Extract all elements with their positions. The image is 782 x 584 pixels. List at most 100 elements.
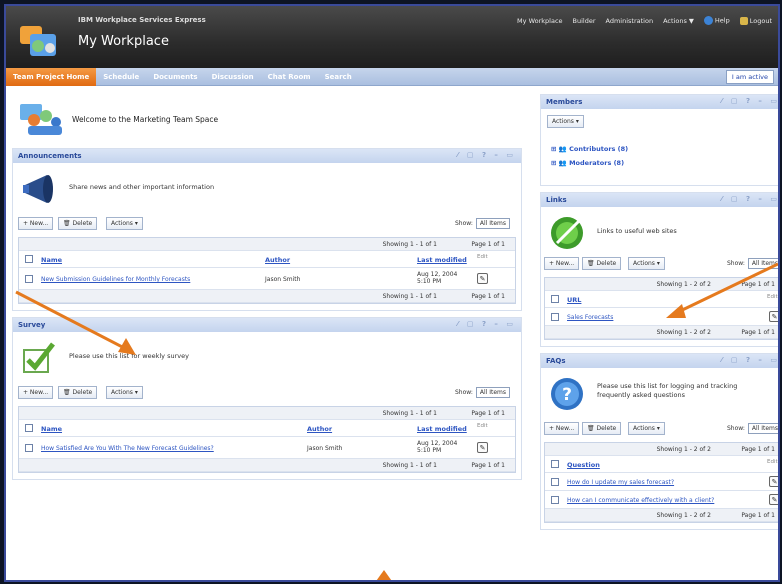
help-link[interactable]: Help — [703, 16, 730, 25]
nav-actions[interactable]: Actions ▼ — [663, 17, 694, 25]
portlet-tools-icon[interactable]: ⁄ ▢ ? – ▭ — [457, 151, 516, 159]
survey-header: Survey ⁄ ▢ ? – ▭ — [13, 318, 521, 332]
tab-discussion[interactable]: Discussion — [205, 68, 261, 86]
portlet-tools-icon[interactable]: ⁄ ▢ ? – ▭ — [721, 195, 778, 203]
top-navigation: My Workplace Builder Administration Acti… — [517, 16, 772, 25]
show-label: Show: — [726, 425, 745, 432]
left-column: Welcome to the Marketing Team Space Anno… — [12, 88, 522, 486]
item-link[interactable]: How can I communicate effectively with a… — [567, 497, 714, 504]
edit-pencil-icon[interactable]: ✎ — [769, 311, 778, 322]
nav-my-workplace[interactable]: My Workplace — [517, 17, 562, 25]
row-checkbox[interactable] — [551, 478, 559, 486]
column-question[interactable]: Question — [567, 461, 600, 469]
column-name[interactable]: Name — [41, 425, 62, 433]
portlet-tools-icon[interactable]: ⁄ ▢ ? – ▭ — [721, 356, 778, 364]
select-all-checkbox[interactable] — [551, 460, 559, 468]
select-all-checkbox[interactable] — [551, 295, 559, 303]
delete-button[interactable]: 🗑 Delete — [582, 422, 622, 435]
list-header: URL Edit — [545, 291, 778, 308]
portlet-tools-icon[interactable]: ⁄ ▢ ? – ▭ — [721, 97, 778, 105]
new-button[interactable]: + New... — [544, 257, 580, 270]
portlet-tools-icon[interactable]: ⁄ ▢ ? – ▭ — [457, 320, 516, 328]
select-all-checkbox[interactable] — [25, 424, 33, 432]
edit-pencil-icon[interactable]: ✎ — [769, 494, 778, 505]
show-label: Show: — [726, 260, 745, 267]
delete-button[interactable]: 🗑 Delete — [582, 257, 622, 270]
page-text: Page 1 of 1 — [471, 410, 505, 417]
item-link[interactable]: New Submission Guidelines for Monthly Fo… — [41, 276, 190, 283]
question-icon: ? — [551, 378, 583, 410]
tab-schedule[interactable]: Schedule — [96, 68, 146, 86]
page-text: Page 1 of 1 — [741, 446, 775, 453]
show-select[interactable]: All Items — [475, 387, 510, 398]
logout-link[interactable]: Logout — [739, 16, 772, 25]
nav-administration[interactable]: Administration — [606, 17, 654, 25]
row-checkbox[interactable] — [25, 275, 33, 283]
list-header: Question Edit — [545, 456, 778, 473]
delete-button[interactable]: 🗑 Delete — [58, 217, 98, 230]
column-last-modified[interactable]: Last modified — [417, 425, 467, 433]
members-actions-button[interactable]: Actions ▾ — [547, 115, 584, 128]
item-date: Aug 12, 2004 5:10 PM — [417, 271, 457, 285]
column-url[interactable]: URL — [567, 296, 581, 304]
row-checkbox[interactable] — [551, 313, 559, 321]
row-checkbox[interactable] — [551, 496, 559, 504]
item-link[interactable]: Sales Forecasts — [567, 314, 613, 321]
members-body: Actions ▾ ⊞ 👥 Contributors (8) ⊞ 👥 Moder… — [541, 109, 778, 185]
item-date: Aug 12, 2004 5:10 PM — [417, 440, 457, 454]
members-group-contributors[interactable]: ⊞ 👥 Contributors (8) — [551, 145, 628, 153]
status-button[interactable]: I am active — [725, 70, 774, 84]
tab-search[interactable]: Search — [318, 68, 359, 86]
column-name[interactable]: Name — [41, 256, 62, 264]
show-label: Show: — [454, 389, 473, 396]
survey-title: Survey — [18, 321, 46, 329]
actions-button[interactable]: Actions ▾ — [628, 422, 665, 435]
welcome-section: Welcome to the Marketing Team Space — [12, 88, 522, 148]
page-text: Page 1 of 1 — [741, 329, 775, 336]
edit-pencil-icon[interactable]: ✎ — [477, 273, 488, 284]
help-label: Help — [714, 16, 730, 25]
edit-pencil-icon[interactable]: ✎ — [477, 442, 488, 453]
column-edit: Edit — [767, 459, 778, 465]
annotation-arrowhead-bottom — [376, 570, 392, 580]
tab-chat-room[interactable]: Chat Room — [261, 68, 318, 86]
contributors-label: Contributors (8) — [569, 145, 629, 153]
show-select[interactable]: All Items — [747, 423, 778, 434]
svg-text:?: ? — [562, 385, 572, 405]
survey-list: Showing 1 - 1 of 1 Page 1 of 1 Name Autho… — [18, 406, 516, 473]
logout-icon — [739, 16, 748, 25]
new-button[interactable]: + New... — [544, 422, 580, 435]
item-date-time: 5:10 PM — [417, 447, 442, 454]
column-author[interactable]: Author — [265, 256, 290, 264]
link-globe-icon — [551, 217, 583, 249]
actions-button[interactable]: Actions ▾ — [628, 257, 665, 270]
delete-label: Delete — [596, 260, 617, 267]
item-link[interactable]: How Satisfied Are You With The New Forec… — [41, 445, 214, 452]
item-author: Jason Smith — [307, 445, 343, 452]
row-checkbox[interactable] — [25, 444, 33, 452]
tab-bar: Team Project Home Schedule Documents Dis… — [6, 67, 778, 86]
new-button[interactable]: + New... — [18, 217, 54, 230]
tab-team-project-home[interactable]: Team Project Home — [6, 67, 97, 86]
members-group-moderators[interactable]: ⊞ 👥 Moderators (8) — [551, 159, 624, 167]
delete-button[interactable]: 🗑 Delete — [58, 386, 98, 399]
actions-button[interactable]: Actions ▾ — [106, 386, 143, 399]
show-select[interactable]: All Items — [747, 258, 778, 269]
column-edit: Edit — [767, 294, 778, 300]
logout-label: Logout — [749, 16, 772, 25]
column-last-modified[interactable]: Last modified — [417, 256, 467, 264]
nav-builder[interactable]: Builder — [573, 17, 596, 25]
actions-button[interactable]: Actions ▾ — [106, 217, 143, 230]
faqs-panel: FAQs ⁄ ▢ ? – ▭ ? Please use this list fo… — [540, 353, 778, 530]
new-button[interactable]: + New... — [18, 386, 54, 399]
select-all-checkbox[interactable] — [25, 255, 33, 263]
item-date-time: 5:10 PM — [417, 278, 442, 285]
show-select[interactable]: All Items — [475, 218, 510, 229]
table-row: How do I update my sales forecast? ✎ — [545, 473, 778, 491]
announcements-intro: Share news and other important informati… — [13, 163, 521, 215]
edit-pencil-icon[interactable]: ✎ — [769, 476, 778, 487]
tab-documents[interactable]: Documents — [146, 68, 204, 86]
item-link[interactable]: How do I update my sales forecast? — [567, 479, 674, 486]
column-author[interactable]: Author — [307, 425, 332, 433]
show-filter: Show: All Items — [726, 423, 778, 434]
